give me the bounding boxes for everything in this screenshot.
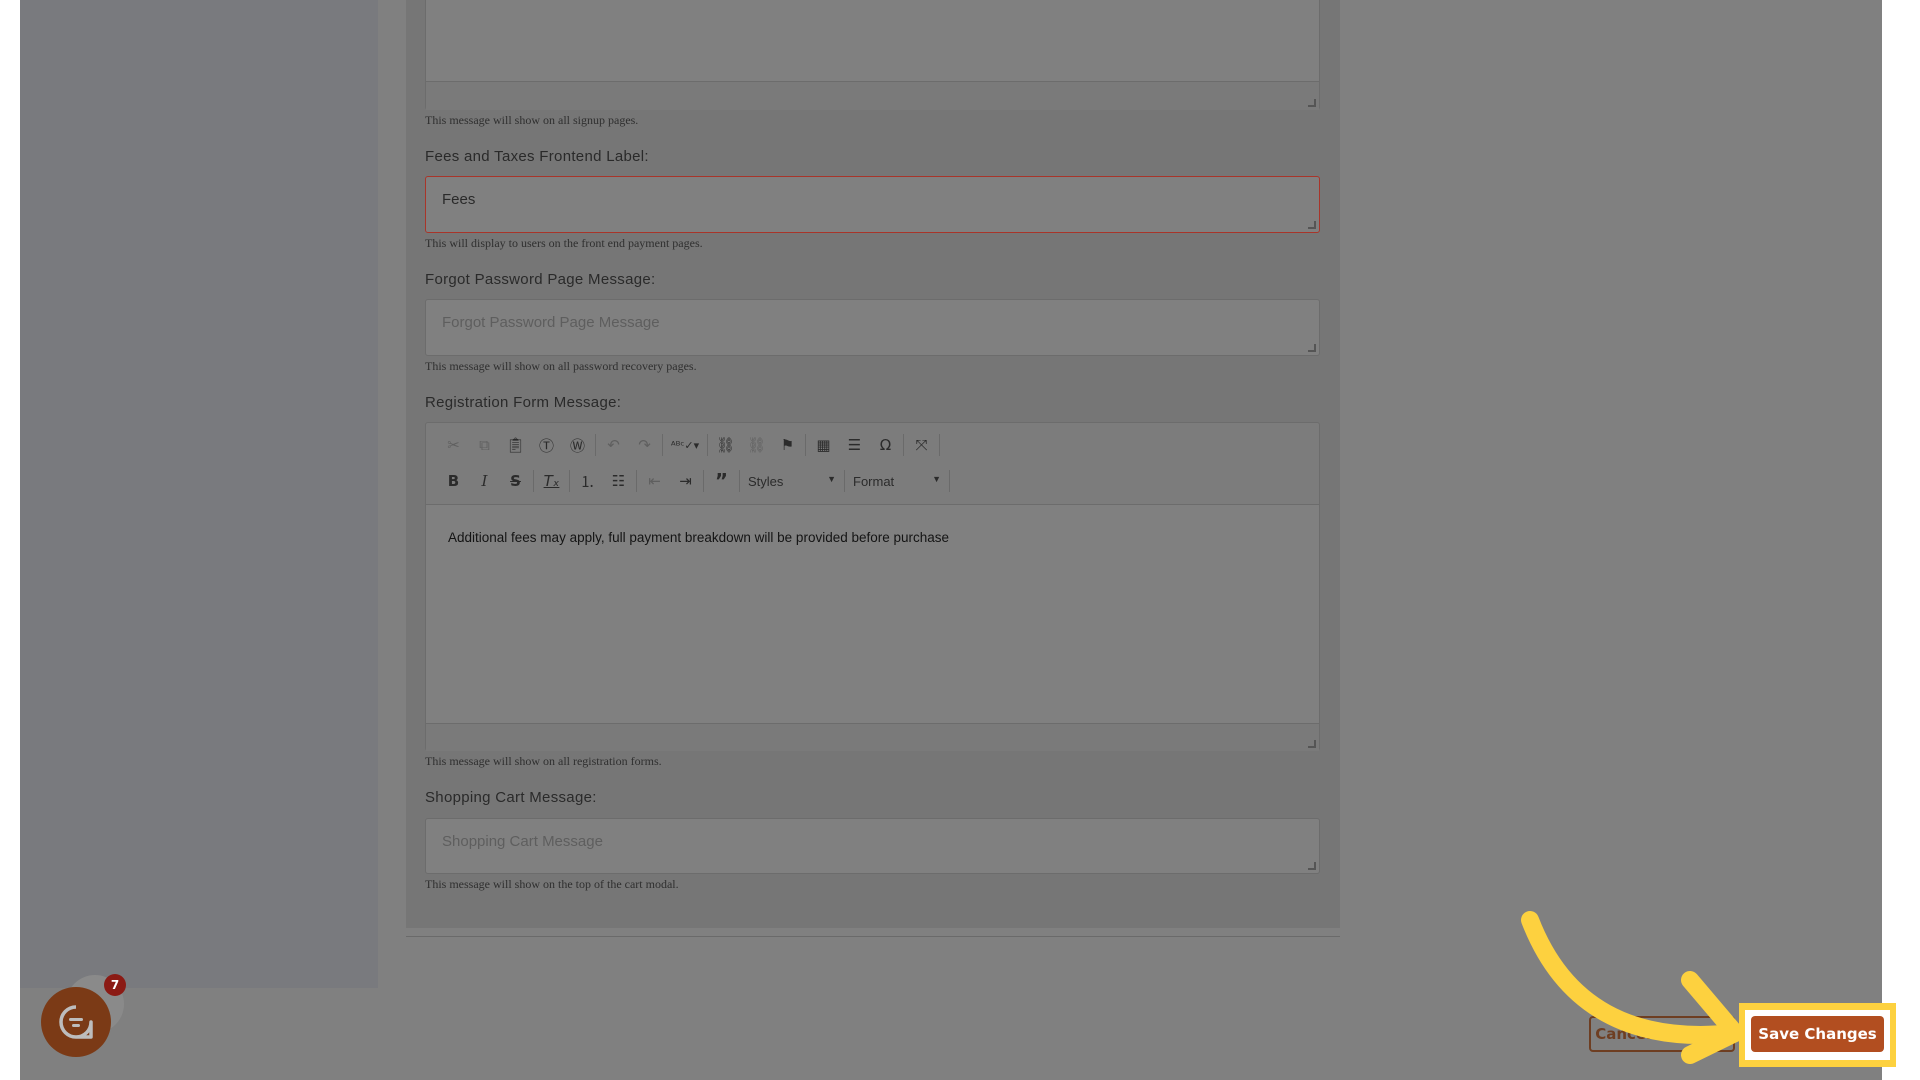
numbered-list-icon[interactable]: ⒈ [572, 471, 603, 492]
notification-badge: 7 [104, 974, 126, 996]
resize-handle-icon[interactable] [1308, 740, 1316, 748]
resize-handle-icon[interactable] [1308, 344, 1316, 352]
decrease-indent-icon[interactable]: ⇤ [639, 472, 670, 490]
save-changes-button[interactable]: Save Changes [1751, 1016, 1884, 1052]
chat-launcher-button[interactable] [41, 987, 111, 1057]
bulleted-list-icon[interactable]: ☷ [603, 472, 634, 490]
registration-label: Registration Form Message: [425, 394, 622, 411]
fees-input-value: Fees [442, 191, 476, 208]
shopping-cart-input[interactable]: Shopping Cart Message [425, 818, 1320, 874]
strikethrough-icon[interactable]: S [500, 472, 531, 490]
sidebar [20, 0, 378, 988]
horizontal-line-icon[interactable]: ☰ [839, 436, 870, 454]
spellcheck-icon[interactable]: ᴬᴮᶜ✓▾ [665, 439, 705, 452]
registration-help-text: This message will show on all registrati… [425, 754, 662, 768]
shopping-cart-help-text: This message will show on the top of the… [425, 877, 679, 891]
resize-handle-icon[interactable] [1308, 99, 1316, 107]
forgot-password-placeholder: Forgot Password Page Message [442, 314, 660, 331]
forgot-password-input[interactable]: Forgot Password Page Message [425, 299, 1320, 356]
chevron-down-icon: ▼ [827, 473, 836, 484]
undo-icon[interactable]: ↶ [598, 436, 629, 454]
signup-help-text: This message will show on all signup pag… [425, 113, 639, 127]
copy-icon[interactable]: ⧉ [469, 436, 500, 454]
registration-rich-editor[interactable]: ✂ ⧉ 📋︎ Ⓣ Ⓦ ↶ ↷ ᴬᴮᶜ✓▾ ⛓ ⛓ ⚑ ▦ ☰ Ω ⤧ B I S… [425, 422, 1320, 751]
remove-format-icon[interactable]: Tₓ [536, 472, 567, 490]
fees-input[interactable]: Fees [425, 176, 1320, 233]
link-icon[interactable]: ⛓ [710, 436, 741, 454]
window-edge-left [0, 0, 20, 1080]
unlink-icon[interactable]: ⛓ [741, 436, 772, 454]
increase-indent-icon[interactable]: ⇥ [670, 472, 701, 490]
special-char-omega-icon[interactable]: Ω [870, 436, 901, 454]
editor-content-area[interactable]: Additional fees may apply, full payment … [426, 504, 1319, 723]
format-dropdown-label: Format [853, 473, 895, 489]
editor-status-bar [426, 81, 1319, 110]
italic-icon[interactable]: I [469, 472, 500, 490]
editor-status-bar [426, 723, 1319, 751]
anchor-flag-icon[interactable]: ⚑ [772, 436, 803, 454]
shopping-cart-label: Shopping Cart Message: [425, 789, 597, 806]
arrow-annotation-icon [1521, 911, 1744, 1064]
redo-icon[interactable]: ↷ [629, 436, 660, 454]
blockquote-icon[interactable]: ” [706, 469, 737, 493]
cut-icon[interactable]: ✂ [438, 436, 469, 454]
bold-icon[interactable]: B [438, 472, 469, 490]
resize-handle-icon[interactable] [1308, 862, 1316, 870]
maximize-icon[interactable]: ⤧ [906, 436, 937, 454]
styles-dropdown-label: Styles [748, 473, 784, 489]
fees-label: Fees and Taxes Frontend Label: [425, 148, 649, 165]
signup-message-textarea[interactable] [425, 0, 1320, 110]
editor-content-text: Additional fees may apply, full payment … [448, 530, 950, 545]
paste-icon[interactable]: 📋︎ [500, 436, 531, 454]
table-icon[interactable]: ▦ [808, 436, 839, 454]
fees-help-text: This will display to users on the front … [425, 236, 703, 250]
window-edge-right [1882, 0, 1920, 1080]
format-dropdown[interactable]: Format ▼ [847, 474, 947, 489]
paste-word-icon[interactable]: Ⓦ [562, 435, 593, 456]
editor-toolbar-row-2: B I S Tₓ ⒈ ☷ ⇤ ⇥ ” Styles ▼ Format ▼ [438, 469, 952, 493]
chevron-down-icon: ▼ [932, 473, 941, 484]
editor-toolbar-row-1: ✂ ⧉ 📋︎ Ⓣ Ⓦ ↶ ↷ ᴬᴮᶜ✓▾ ⛓ ⛓ ⚑ ▦ ☰ Ω ⤧ [438, 433, 942, 457]
chat-bubble-icon [59, 1005, 93, 1039]
paste-text-icon[interactable]: Ⓣ [531, 435, 562, 456]
forgot-password-label: Forgot Password Page Message: [425, 271, 656, 288]
forgot-password-help-text: This message will show on all password r… [425, 359, 697, 373]
styles-dropdown[interactable]: Styles ▼ [742, 474, 842, 489]
resize-handle-icon[interactable] [1308, 221, 1316, 229]
shopping-cart-placeholder: Shopping Cart Message [442, 833, 603, 850]
divider [406, 936, 1340, 937]
